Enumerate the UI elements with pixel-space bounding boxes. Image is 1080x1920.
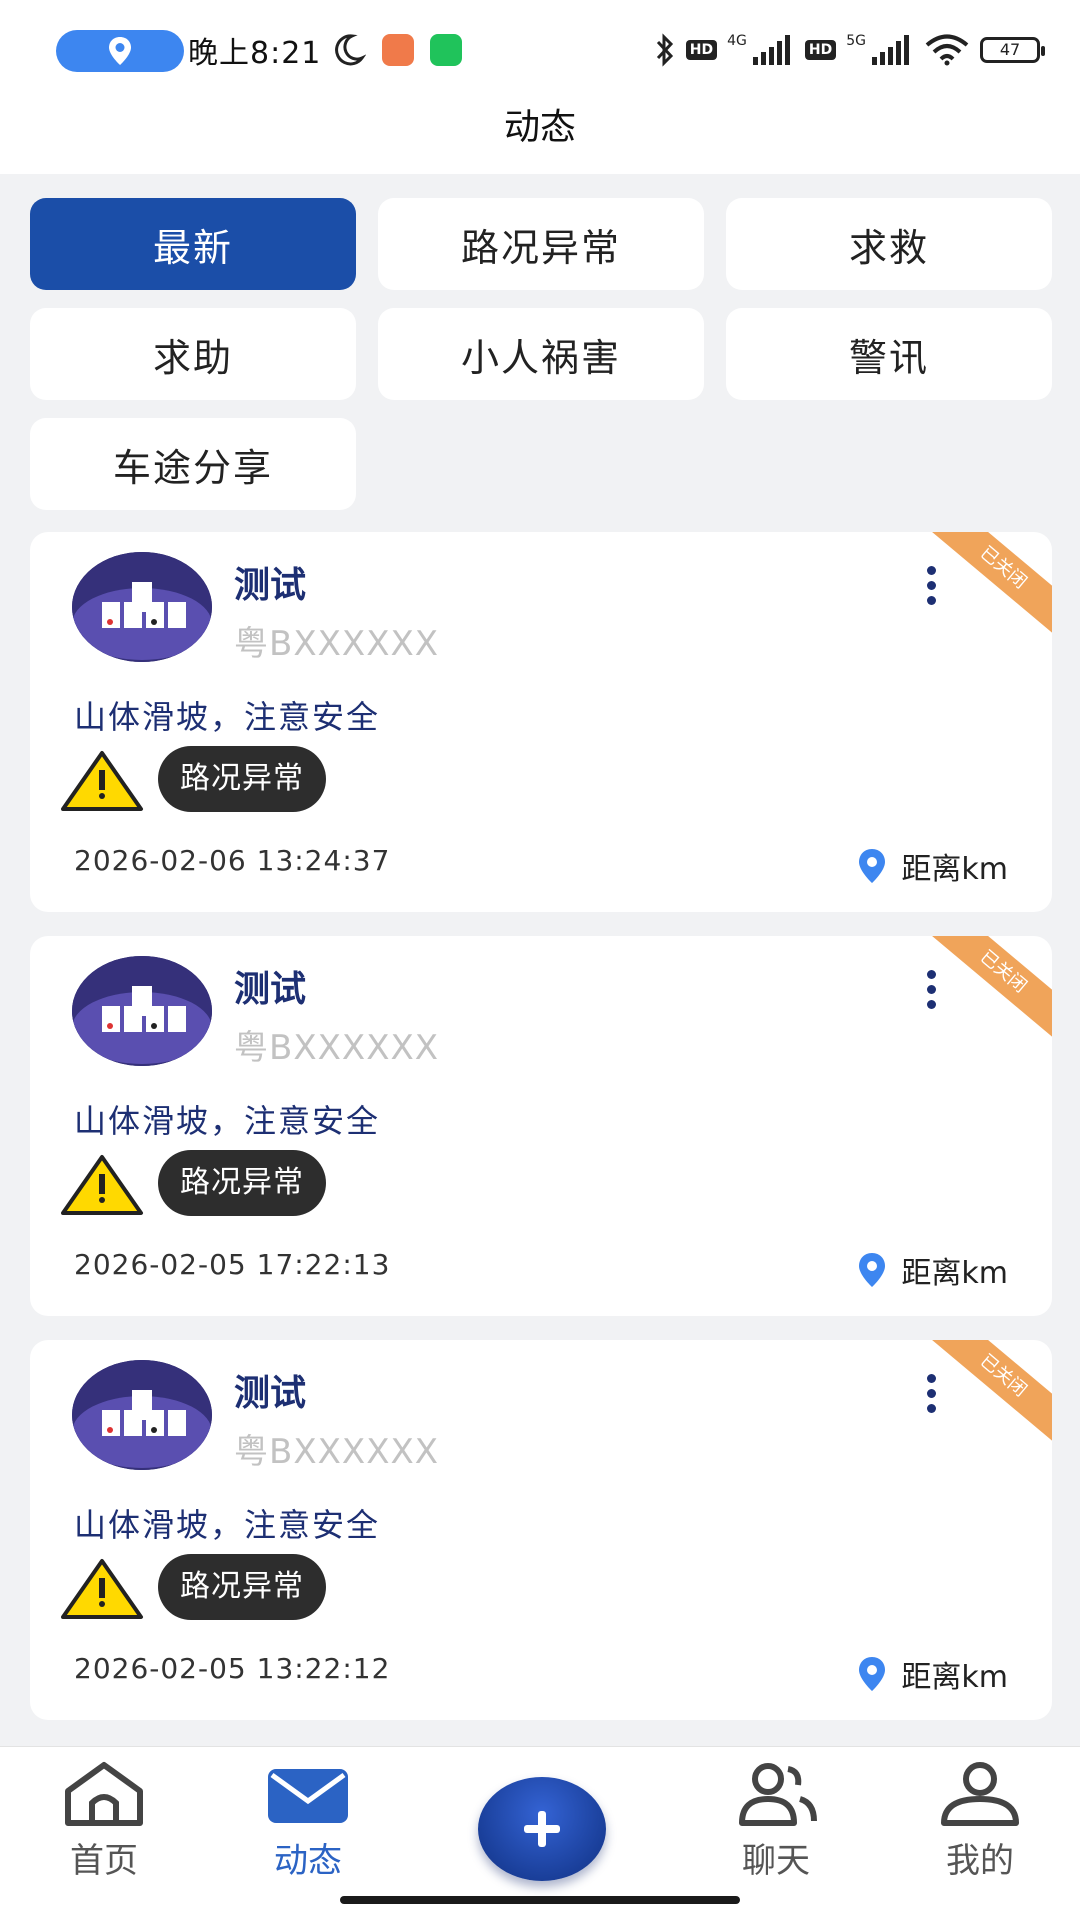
post-card[interactable]: 测试 粤BXXXXXX 已关闭 山体滑坡，注意安全 路况异常 2026-02-0… [30, 1340, 1052, 1720]
filter-road-abnormal[interactable]: 路况异常 [378, 198, 704, 290]
network-label-4g: 4G [727, 33, 747, 49]
post-timestamp: 2026-02-05 13:22:12 [74, 1652, 391, 1685]
post-distance: 距离km [857, 1654, 1008, 1695]
app-notification-icon [382, 34, 414, 66]
bluetooth-icon [656, 33, 673, 67]
battery-indicator: 47 [980, 37, 1045, 63]
filter-latest[interactable]: 最新 [30, 198, 356, 290]
moon-icon [335, 34, 366, 66]
mail-icon [268, 1769, 348, 1823]
nav-feed-label: 动态 [274, 1841, 342, 1881]
status-bar: 晚上8:21 HD 4G HD 5G 47 [0, 0, 1080, 100]
distance-label: 距离km [901, 1660, 1008, 1695]
users-icon [739, 1763, 817, 1826]
post-card[interactable]: 测试 粤BXXXXXX 已关闭 山体滑坡，注意安全 路况异常 2026-02-0… [30, 532, 1052, 912]
category-filters: 最新 路况异常 求救 求助 小人祸害 警讯 车途分享 [30, 198, 1052, 510]
post-plate: 粤BXXXXXX [234, 624, 440, 664]
warning-sign-icon [61, 1155, 143, 1215]
page-title: 动态 [503, 107, 576, 148]
more-options-icon[interactable] [916, 970, 946, 1020]
nav-chat-label: 聊天 [742, 1841, 810, 1881]
more-options-icon[interactable] [916, 566, 946, 616]
network-label-5g: 5G [846, 33, 866, 49]
avatar[interactable] [72, 956, 212, 1066]
category-tag[interactable]: 路况异常 [158, 1554, 326, 1620]
signal-icon-2 [872, 35, 909, 65]
post-username: 测试 [234, 1373, 307, 1414]
bottom-navigation: 首页 动态 聊天 我的 [0, 1746, 1080, 1920]
warning-sign-icon [61, 751, 143, 811]
post-timestamp: 2026-02-05 17:22:13 [74, 1248, 391, 1281]
distance-label: 距离km [901, 1256, 1008, 1291]
more-options-icon[interactable] [916, 1374, 946, 1424]
home-indicator[interactable] [340, 1896, 740, 1904]
signal-icon [752, 35, 790, 65]
distance-label: 距离km [901, 852, 1008, 887]
location-pin-icon [859, 1253, 886, 1287]
warning-sign-icon [61, 1559, 143, 1619]
post-plate: 粤BXXXXXX [234, 1028, 440, 1068]
nav-feed[interactable]: 动态 [248, 1761, 368, 1882]
filter-alert[interactable]: 警讯 [726, 308, 1052, 400]
app-screen: 晚上8:21 HD 4G HD 5G 47 动态 最新 路况异常 求救 求助 小… [0, 0, 1080, 1920]
user-icon [941, 1762, 1019, 1826]
location-indicator[interactable] [56, 30, 184, 72]
post-content: 山体滑坡，注意安全 [74, 1506, 381, 1544]
avatar-image [72, 552, 212, 662]
location-pin-icon [859, 849, 886, 883]
home-icon [65, 1762, 143, 1826]
post-card[interactable]: 测试 粤BXXXXXX 已关闭 山体滑坡，注意安全 路况异常 2026-02-0… [30, 936, 1052, 1316]
post-content: 山体滑坡，注意安全 [74, 698, 381, 736]
location-pin-icon [109, 37, 131, 65]
status-time: 晚上8:21 [188, 36, 322, 71]
status-indicators: HD 4G HD 5G 47 [654, 26, 1045, 74]
nav-profile[interactable]: 我的 [920, 1761, 1040, 1882]
filter-trip-share[interactable]: 车途分享 [30, 418, 356, 510]
category-tag[interactable]: 路况异常 [158, 1150, 326, 1216]
add-post-button[interactable] [478, 1777, 606, 1881]
post-plate: 粤BXXXXXX [234, 1432, 440, 1472]
avatar-image [72, 1360, 212, 1470]
avatar[interactable] [72, 1360, 212, 1470]
avatar-image [72, 956, 212, 1066]
hd-badge: HD [685, 40, 718, 60]
category-tag[interactable]: 路况异常 [158, 746, 326, 812]
filter-rescue[interactable]: 求救 [726, 198, 1052, 290]
post-distance: 距离km [857, 1250, 1008, 1291]
nav-profile-label: 我的 [946, 1841, 1014, 1881]
avatar[interactable] [72, 552, 212, 662]
post-distance: 距离km [857, 846, 1008, 887]
top-bar: 晚上8:21 HD 4G HD 5G 47 动态 [0, 0, 1080, 174]
nav-chat[interactable]: 聊天 [716, 1761, 836, 1882]
hd-badge-2: HD [804, 40, 837, 60]
nav-home[interactable]: 首页 [44, 1761, 164, 1882]
nav-home-label: 首页 [70, 1841, 138, 1881]
wechat-notification-icon [430, 34, 462, 66]
post-username: 测试 [234, 565, 307, 606]
post-timestamp: 2026-02-06 13:24:37 [74, 844, 391, 877]
post-content: 山体滑坡，注意安全 [74, 1102, 381, 1140]
filter-help[interactable]: 求助 [30, 308, 356, 400]
post-username: 测试 [234, 969, 307, 1010]
filter-villain[interactable]: 小人祸害 [378, 308, 704, 400]
wifi-icon [925, 34, 969, 66]
location-pin-icon [859, 1657, 886, 1691]
